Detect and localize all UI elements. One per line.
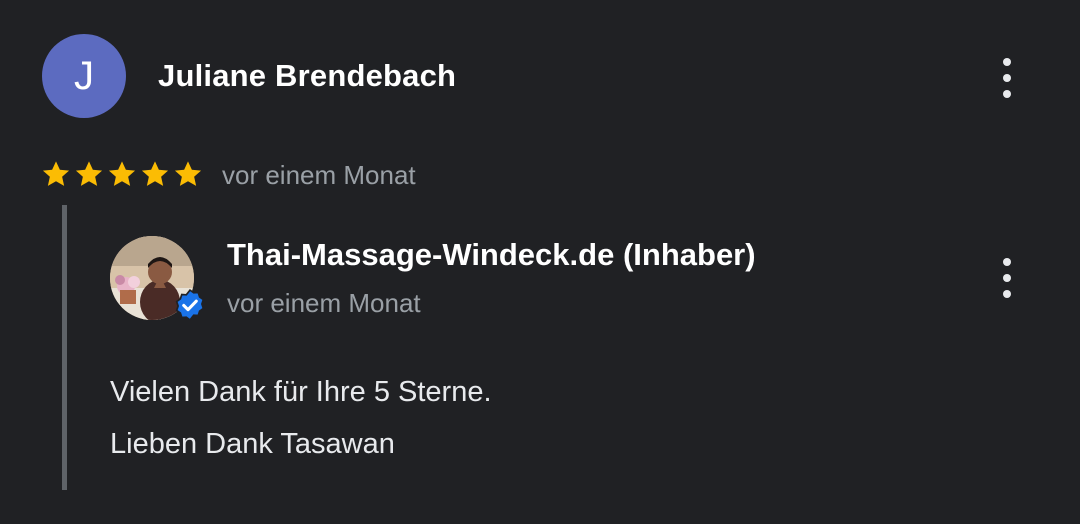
owner-role-label: (Inhaber) — [622, 237, 756, 272]
reply-more-options-button[interactable] — [997, 258, 1017, 298]
owner-name[interactable]: Thai-Massage-Windeck.de (Inhaber) — [227, 237, 756, 273]
review-card: J Juliane Brendebach vor einem Monat Tha… — [0, 0, 1080, 524]
star-icon — [75, 161, 103, 186]
star-icon — [42, 161, 70, 186]
more-vert-icon — [1003, 58, 1011, 66]
more-vert-icon — [1003, 258, 1011, 266]
reply-line: Lieben Dank Tasawan — [110, 428, 395, 460]
reply-text: Vielen Dank für Ihre 5 Sterne. Lieben Da… — [110, 366, 492, 470]
reply-timestamp: vor einem Monat — [227, 288, 421, 318]
reply-line: Vielen Dank für Ihre 5 Sterne. — [110, 376, 492, 408]
reviewer-avatar[interactable]: J — [42, 34, 126, 118]
star-icon — [141, 161, 169, 186]
star-rating — [40, 158, 204, 190]
reviewer-name[interactable]: Juliane Brendebach — [158, 58, 456, 94]
reply-divider — [62, 205, 67, 490]
review-more-options-button[interactable] — [997, 58, 1017, 98]
star-icon — [174, 161, 202, 186]
owner-business-name: Thai-Massage-Windeck.de — [227, 237, 615, 272]
star-icon — [108, 161, 136, 186]
reviewer-initial: J — [74, 53, 94, 98]
review-timestamp: vor einem Monat — [222, 160, 416, 190]
verified-badge-icon — [175, 288, 205, 322]
